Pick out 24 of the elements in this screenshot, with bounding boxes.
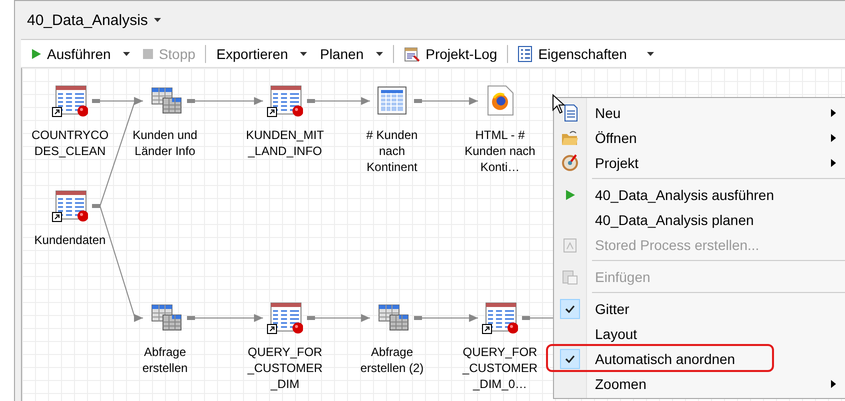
toolbar-button[interactable]: Planen (315, 44, 388, 64)
menu-item[interactable]: 40_Data_Analysis planen (554, 207, 845, 232)
toolbar-button[interactable]: Eigenschaften (513, 44, 659, 64)
node-label: Kundendaten (33, 232, 107, 248)
node-label: QUERY_FOR_CUSTOMER_DIM (246, 344, 324, 392)
menu-item[interactable]: Projekt (554, 150, 845, 175)
node-label: Kunden und Länder Info (132, 127, 198, 159)
menu-item[interactable]: Gitter (554, 296, 845, 321)
menu-item[interactable]: Zoomen (554, 371, 845, 396)
node-label: Abfrage erstellen (141, 344, 189, 376)
menu-item[interactable]: Automatisch anordnen (554, 346, 845, 371)
node-label: COUNTRYCODES_CLEAN (31, 127, 109, 159)
node-label: KUNDEN_MIT_LAND_INFO (246, 127, 324, 159)
menu-item[interactable]: Layout (554, 321, 845, 346)
project-tab[interactable]: 40_Data_Analysis (27, 12, 161, 28)
node-label: QUERY_FOR_CUSTOMER_DIM_0… (461, 344, 539, 392)
toolbar-button[interactable]: Ausführen (27, 44, 135, 64)
node-label: Abfrage erstellen (2) (359, 344, 425, 376)
menu-item[interactable]: 40_Data_Analysis ausführen (554, 182, 845, 207)
toolbar-button[interactable]: Exportieren (211, 44, 312, 64)
menu-item[interactable]: Öffnen (554, 125, 845, 150)
toolbar-button[interactable]: Projekt-Log (398, 44, 502, 64)
node-label: # Kunden nach Kontinent (365, 127, 419, 175)
node-label: HTML - # Kunden nach Konti… (464, 127, 536, 175)
